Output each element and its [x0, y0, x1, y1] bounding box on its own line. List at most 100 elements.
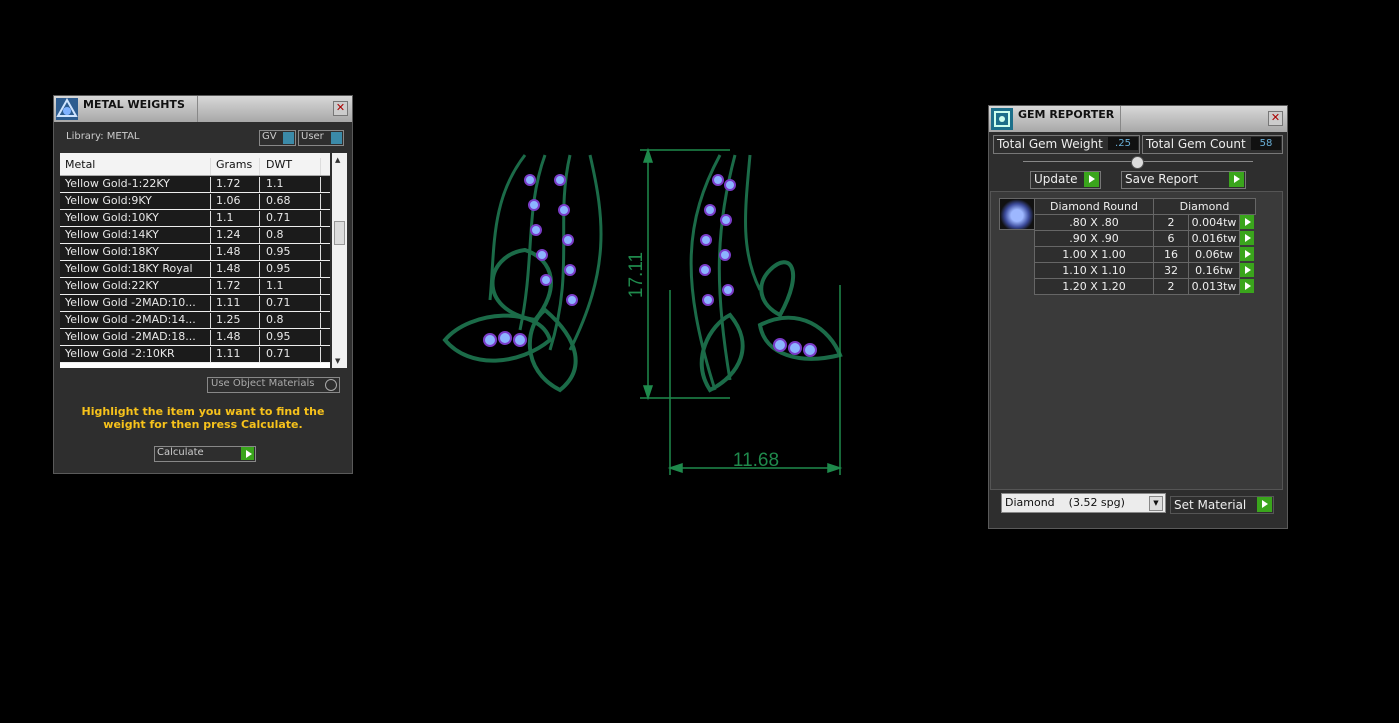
table-row[interactable]: Yellow Gold-1:22KY 1.72 1.1 [60, 176, 330, 193]
gem-cell-weight: 0.004tw [1188, 214, 1240, 231]
user-toggle[interactable]: User [298, 130, 344, 146]
column-divider [259, 245, 260, 260]
cell-grams: 1.1 [216, 211, 234, 224]
library-label: Library: METAL [66, 131, 140, 142]
save-report-button[interactable]: Save Report [1121, 171, 1246, 189]
total-gem-count-field: Total Gem Count 58 [1142, 135, 1283, 154]
cell-grams: 1.06 [216, 194, 241, 207]
cell-grams: 1.25 [216, 313, 241, 326]
column-divider [210, 313, 211, 328]
scroll-up-icon[interactable]: ▲ [335, 156, 340, 164]
cell-grams: 1.48 [216, 245, 241, 258]
calculate-button[interactable]: Calculate [154, 446, 256, 462]
total-gem-weight-value: .25 [1108, 137, 1138, 150]
cell-dwt: 0.71 [266, 296, 291, 309]
table-row[interactable]: Yellow Gold -2MAD:10... 1.11 0.71 [60, 295, 330, 312]
column-header-metal[interactable]: Metal [65, 158, 95, 171]
column-divider [259, 296, 260, 311]
column-divider [320, 262, 321, 277]
gv-toggle-label: GV [262, 131, 277, 142]
table-row[interactable]: Yellow Gold:18KY 1.48 0.95 [60, 244, 330, 261]
gem-cell-size: 1.20 X 1.20 [1034, 278, 1154, 295]
scrollbar-thumb[interactable] [334, 221, 345, 245]
column-divider [210, 211, 211, 226]
material-select-value: Diamond (3.52 spg) [1005, 496, 1125, 509]
table-row[interactable]: Yellow Gold -2MAD:18... 1.48 0.95 [60, 329, 330, 346]
cell-dwt: 0.95 [266, 245, 291, 258]
cell-metal: Yellow Gold:10KY [65, 211, 159, 224]
column-divider [320, 194, 321, 209]
titlebar-divider [197, 96, 198, 122]
column-divider [210, 158, 211, 175]
metal-weights-titlebar[interactable]: METAL WEIGHTS ✕ [54, 96, 352, 122]
play-arrow-icon [1084, 172, 1099, 187]
total-gem-count-label: Total Gem Count [1146, 137, 1246, 151]
cell-dwt: 0.8 [266, 313, 284, 326]
cell-dwt: 0.68 [266, 194, 291, 207]
chevron-down-icon: ▼ [1149, 496, 1163, 511]
column-divider [320, 211, 321, 226]
titlebar-divider [1120, 106, 1121, 132]
table-row[interactable]: Yellow Gold:9KY 1.06 0.68 [60, 193, 330, 210]
design-viewport[interactable]: 17.11 11.68 [430, 140, 850, 480]
column-header-dwt[interactable]: DWT [266, 158, 292, 171]
gem-row-arrow-icon[interactable] [1240, 247, 1254, 261]
column-divider [210, 330, 211, 345]
gem-row-arrow-icon[interactable] [1240, 279, 1254, 293]
gem-cell-count: 2 [1153, 214, 1189, 231]
cell-metal: Yellow Gold:18KY [65, 245, 159, 258]
cell-dwt: 0.95 [266, 330, 291, 343]
column-divider [320, 245, 321, 260]
gem-cell-size: .80 X .80 [1034, 214, 1154, 231]
total-gem-weight-field: Total Gem Weight .25 [993, 135, 1140, 154]
cell-grams: 1.11 [216, 347, 241, 360]
column-header-grams[interactable]: Grams [216, 158, 252, 171]
gem-row-arrow-icon[interactable] [1240, 215, 1254, 229]
gem-cell-size: 1.10 X 1.10 [1034, 262, 1154, 279]
metal-weights-title: METAL WEIGHTS [83, 98, 185, 111]
cell-dwt: 0.8 [266, 228, 284, 241]
set-material-button[interactable]: Set Material [1170, 496, 1274, 514]
gem-cell-count: 32 [1153, 262, 1189, 279]
column-divider [320, 313, 321, 328]
gem-cell-weight: 0.06tw [1188, 246, 1240, 263]
column-divider [259, 194, 260, 209]
column-divider [259, 330, 260, 345]
column-divider [259, 158, 260, 175]
collapse-knob-icon[interactable] [1131, 156, 1144, 169]
column-divider [259, 279, 260, 294]
earring-drawing: 17.11 11.68 [442, 147, 843, 475]
table-row[interactable]: Yellow Gold -2:10KR 1.11 0.71 [60, 346, 330, 363]
metal-table-scrollbar[interactable]: ▲ ▼ [332, 153, 347, 368]
close-icon[interactable]: ✕ [1268, 111, 1283, 126]
gem-row-arrow-icon[interactable] [1240, 231, 1254, 245]
column-divider [259, 313, 260, 328]
table-row[interactable]: Yellow Gold:18KY Royal 1.48 0.95 [60, 261, 330, 278]
column-divider [320, 296, 321, 311]
table-row[interactable]: Yellow Gold:14KY 1.24 0.8 [60, 227, 330, 244]
gem-cell-count: 2 [1153, 278, 1189, 295]
table-row[interactable]: Yellow Gold:10KY 1.1 0.71 [60, 210, 330, 227]
set-material-label: Set Material [1174, 498, 1247, 512]
metal-table-header: Metal Grams DWT [60, 153, 330, 176]
cell-metal: Yellow Gold -2MAD:18... [65, 330, 196, 343]
close-icon[interactable]: ✕ [333, 101, 348, 116]
metal-table[interactable]: Metal Grams DWT Yellow Gold-1:22KY 1.72 1.… [60, 153, 330, 368]
use-object-materials-toggle[interactable]: Use Object Materials [207, 377, 340, 393]
gem-list-area: Diamond Round Diamond .80 X .80 2 0.004tw.… [990, 191, 1283, 490]
update-button[interactable]: Update [1030, 171, 1101, 189]
left-earring [442, 154, 603, 393]
gem-material-header: Diamond [1153, 198, 1256, 215]
column-divider [259, 262, 260, 277]
gem-reporter-titlebar[interactable]: GEM REPORTER ✕ [989, 106, 1287, 132]
material-select[interactable]: Diamond (3.52 spg) ▼ [1001, 493, 1166, 513]
user-toggle-indicator-icon [331, 132, 342, 144]
calculate-label: Calculate [157, 447, 204, 458]
table-row[interactable]: Yellow Gold -2MAD:14... 1.25 0.8 [60, 312, 330, 329]
table-row[interactable]: Yellow Gold:22KY 1.72 1.1 [60, 278, 330, 295]
gv-toggle[interactable]: GV [259, 130, 296, 146]
scroll-down-icon[interactable]: ▼ [335, 357, 340, 365]
column-divider [320, 330, 321, 345]
height-dimension-label: 17.11 [626, 252, 647, 298]
gem-row-arrow-icon[interactable] [1240, 263, 1254, 277]
